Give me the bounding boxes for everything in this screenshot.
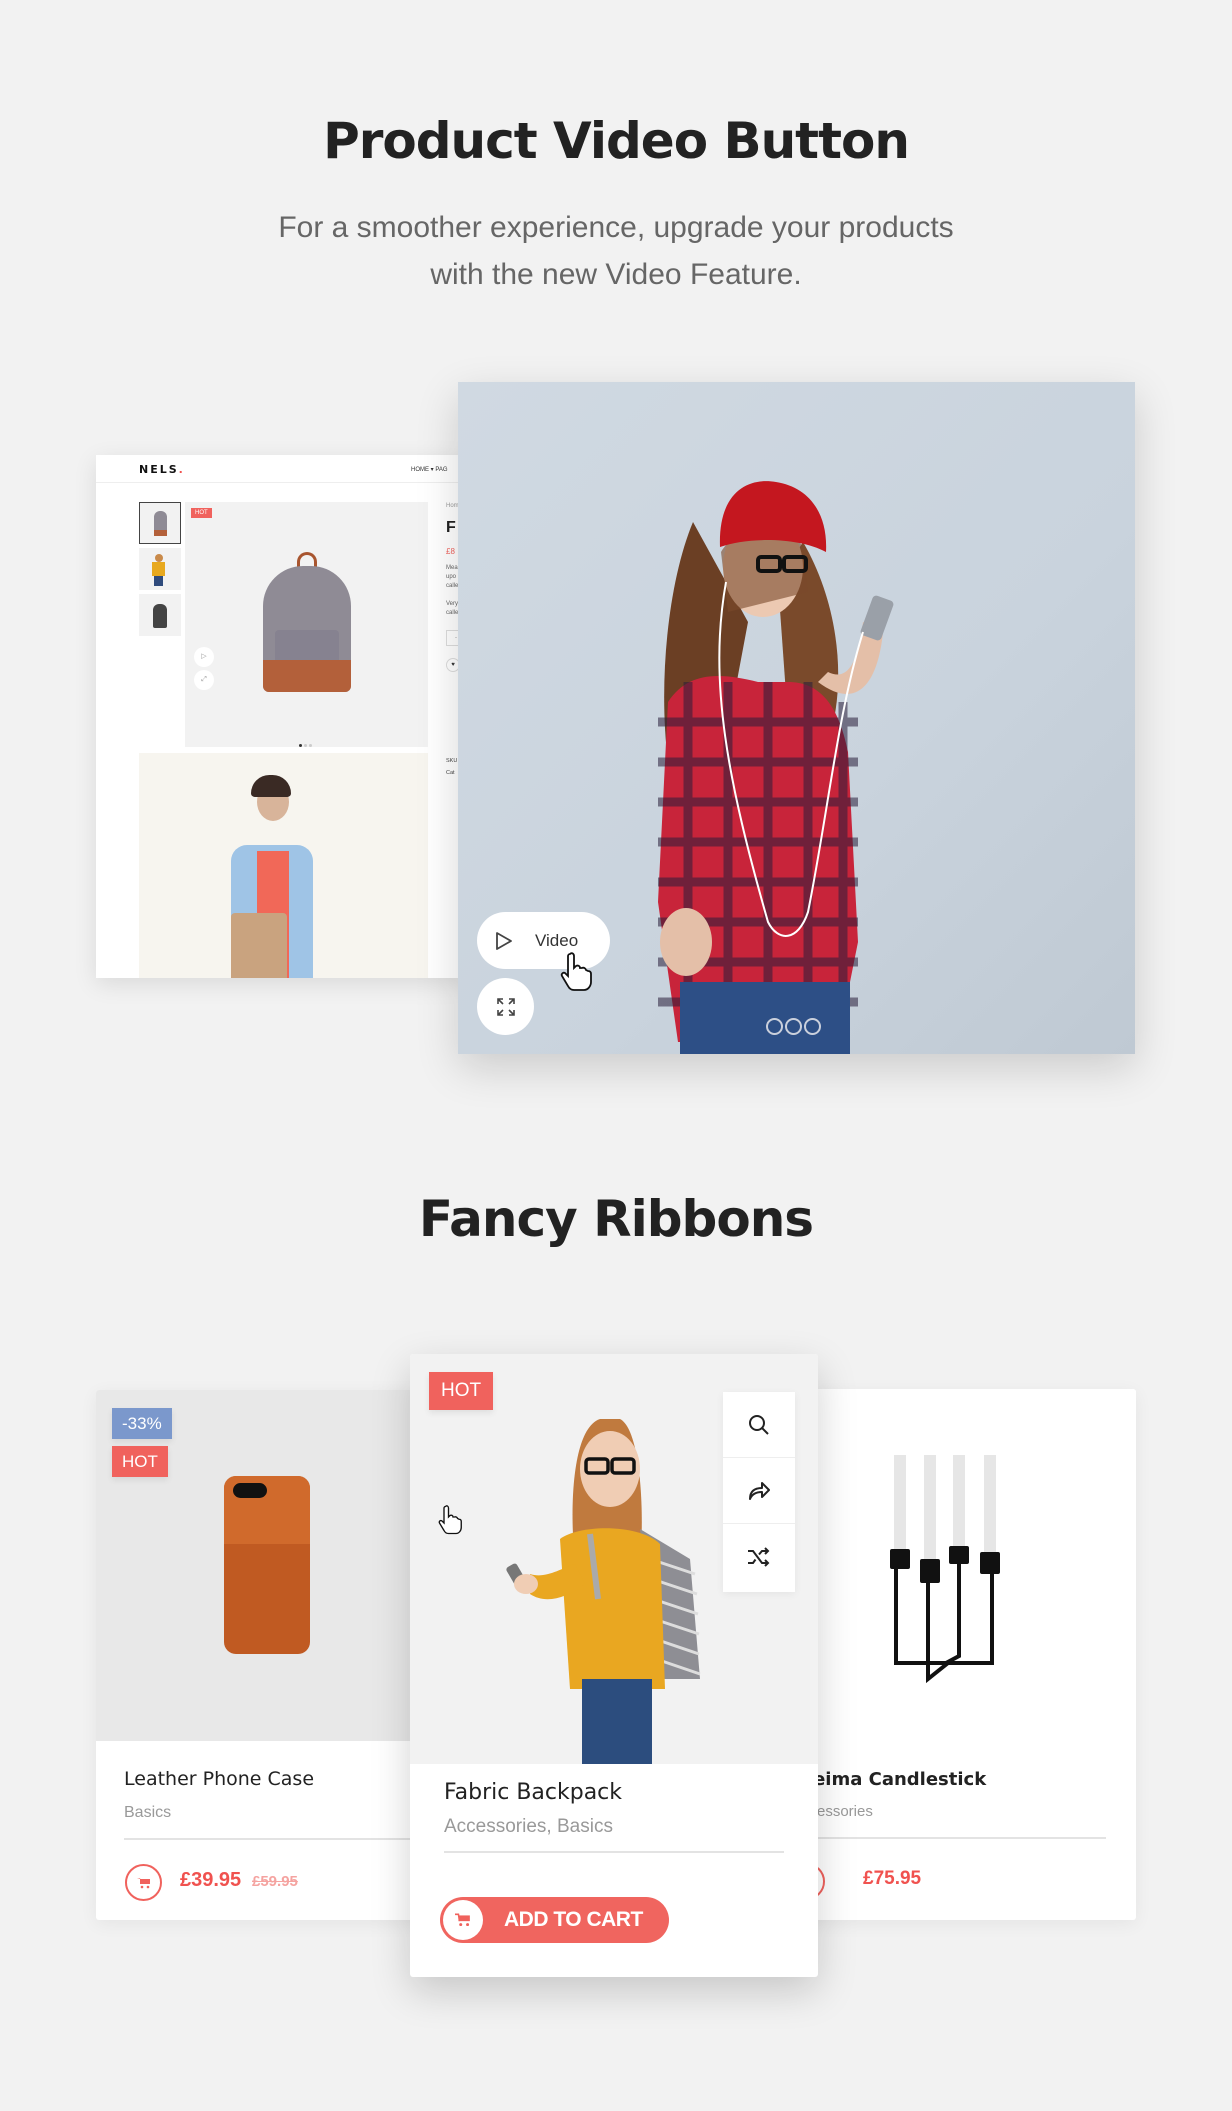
subtitle-line-2: with the new Video Feature. <box>430 258 802 291</box>
cart-icon-circle <box>443 1900 483 1940</box>
hot-ribbon: HOT <box>191 508 212 518</box>
slide-dot[interactable] <box>785 1018 802 1035</box>
product-image[interactable]: HOT <box>410 1354 818 1764</box>
add-to-cart-button[interactable]: ADD TO CART <box>440 1897 669 1943</box>
add-to-cart-label: ADD TO CART <box>504 1908 643 1931</box>
add-to-cart-button[interactable] <box>125 1864 162 1901</box>
thumbnail-backpack-grey <box>139 502 181 544</box>
cart-icon <box>136 1877 150 1888</box>
hot-ribbon: HOT <box>112 1446 168 1477</box>
expand-icon <box>496 997 515 1016</box>
search-icon <box>749 1414 769 1435</box>
hot-ribbon: HOT <box>429 1372 494 1410</box>
store-logo: NELS. <box>139 463 185 476</box>
quick-actions-panel <box>723 1392 795 1592</box>
thumbnail-backpack-black <box>139 594 181 636</box>
play-icon <box>496 931 512 950</box>
play-icon: ▷ <box>194 647 214 667</box>
product-price: £75.95 <box>863 1868 922 1889</box>
shuffle-icon <box>748 1547 770 1567</box>
slider-pagination <box>766 1018 821 1035</box>
product-image[interactable]: -33% HOT <box>96 1390 426 1741</box>
product-card-fabric-backpack[interactable]: HOT Fabric Backpack Accessories, Basics … <box>410 1354 818 1977</box>
share-button[interactable] <box>723 1458 795 1524</box>
product-category[interactable]: Basics <box>124 1804 171 1822</box>
store-nav-links: HOME ▾ PAG <box>411 467 448 473</box>
quick-view-button[interactable] <box>723 1392 795 1458</box>
store-preview-navbar: NELS. HOME ▾ PAG <box>96 455 466 483</box>
slide-dot[interactable] <box>766 1018 783 1035</box>
product-name[interactable]: Heima Candlestick <box>806 1769 986 1790</box>
product-old-price: £59.95 <box>252 1873 298 1890</box>
store-main-product-image: HOT ▷ ⤢ <box>185 502 428 747</box>
divider <box>124 1838 426 1840</box>
slide-dot[interactable] <box>804 1018 821 1035</box>
section-title-ribbons: Fancy Ribbons <box>418 1190 814 1248</box>
divider <box>806 1837 1106 1839</box>
cart-icon <box>455 1913 470 1927</box>
product-card-heima-candlestick[interactable]: Heima Candlestick ccessories £75.95 <box>806 1389 1136 1920</box>
product-name[interactable]: Leather Phone Case <box>124 1768 314 1790</box>
video-button-label: Video <box>535 930 579 950</box>
compare-button[interactable] <box>723 1524 795 1590</box>
phone-case-image <box>224 1476 310 1654</box>
store-lifestyle-photo <box>139 753 428 978</box>
product-card-leather-phone-case[interactable]: -33% HOT Leather Phone Case Basics £39.9… <box>96 1390 426 1920</box>
hand-cursor-icon <box>438 1505 462 1535</box>
product-video-preview: Video <box>458 382 1135 1054</box>
section-subtitle-video: For a smoother experience, upgrade your … <box>0 204 1232 298</box>
share-icon <box>749 1481 770 1500</box>
candlestick-image <box>890 1455 1000 1684</box>
model-with-backpack-image <box>506 1419 701 1764</box>
fullscreen-button[interactable] <box>477 978 534 1035</box>
subtitle-line-1: For a smoother experience, upgrade your … <box>278 211 954 244</box>
hand-cursor-icon <box>560 952 592 991</box>
slider-dots <box>298 734 313 752</box>
product-name[interactable]: Fabric Backpack <box>444 1780 622 1805</box>
thumbnail-model <box>139 548 181 590</box>
product-price: £39.95 <box>180 1869 242 1891</box>
store-preview-screenshot: NELS. HOME ▾ PAG HOT ▷ ⤢ Hom F £8 Mea up… <box>96 455 466 978</box>
divider <box>444 1851 784 1853</box>
store-product-meta: SKU Cat <box>446 758 458 776</box>
discount-ribbon: -33% <box>112 1408 172 1439</box>
product-image[interactable] <box>806 1389 1136 1740</box>
expand-icon: ⤢ <box>194 670 214 690</box>
product-category[interactable]: Accessories, Basics <box>444 1816 613 1838</box>
section-title-video: Product Video Button <box>323 112 910 170</box>
backpack-image <box>263 552 351 692</box>
